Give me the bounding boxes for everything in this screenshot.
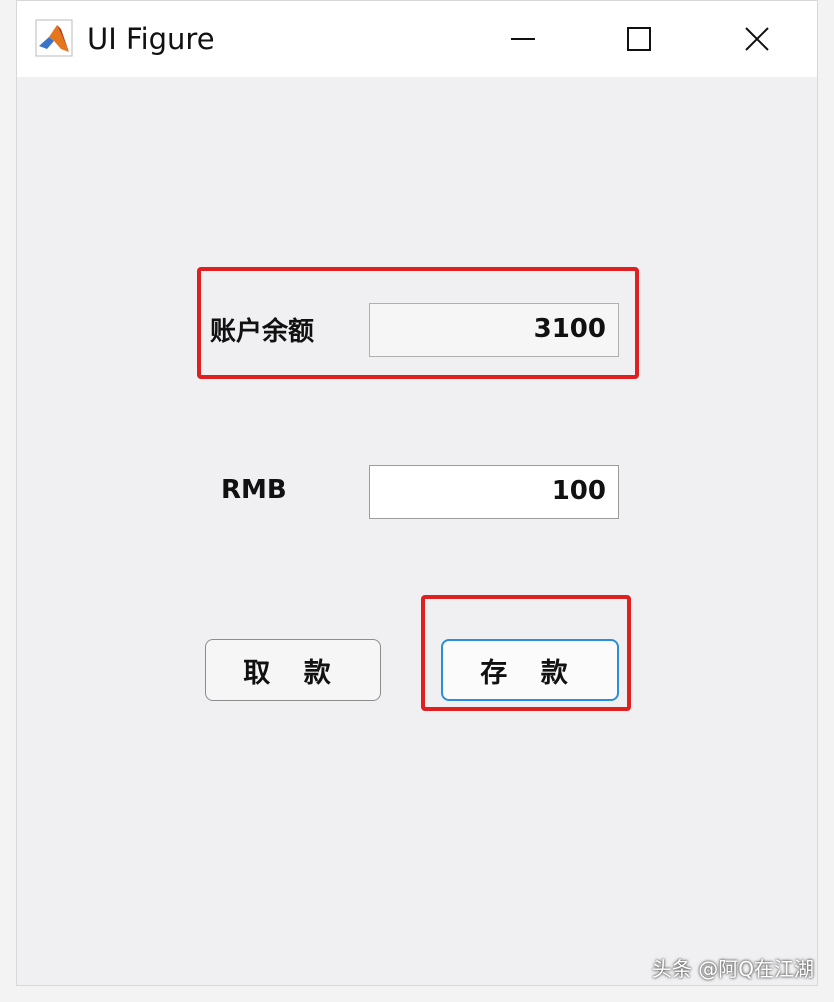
watermark: 头条 @阿Q在江湖 bbox=[651, 957, 814, 981]
balance-field: 3100 bbox=[369, 303, 619, 357]
minimize-button[interactable] bbox=[493, 11, 553, 67]
ui-figure-window: UI Figure 账户余额 3100 RMB 100 取 款 存 款 bbox=[16, 0, 818, 986]
minimize-icon bbox=[511, 38, 535, 40]
deposit-button[interactable]: 存 款 bbox=[441, 639, 619, 701]
rmb-label: RMB bbox=[221, 475, 287, 505]
maximize-button[interactable] bbox=[609, 11, 669, 67]
matlab-logo-icon bbox=[35, 19, 73, 57]
maximize-icon bbox=[627, 27, 651, 51]
close-icon bbox=[745, 27, 769, 51]
withdraw-button[interactable]: 取 款 bbox=[205, 639, 381, 701]
title-bar[interactable]: UI Figure bbox=[17, 1, 817, 77]
window-title: UI Figure bbox=[87, 22, 215, 56]
close-button[interactable] bbox=[727, 11, 787, 67]
balance-label: 账户余额 bbox=[210, 317, 315, 347]
rmb-amount-input[interactable]: 100 bbox=[369, 465, 619, 519]
